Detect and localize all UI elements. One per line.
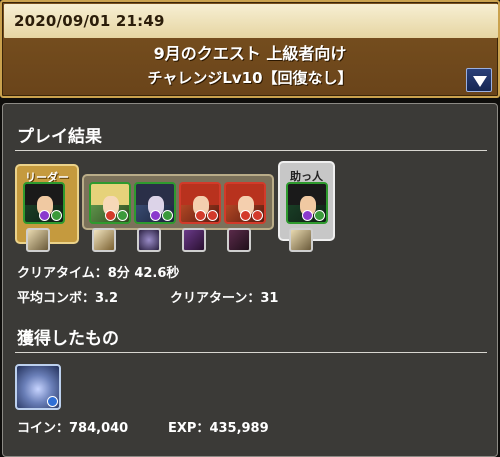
average-combo-label: 平均コンボ： xyxy=(17,291,96,306)
fire-attribute-icon xyxy=(240,210,251,221)
monster-icon-leader[interactable] xyxy=(23,182,65,224)
monster-icon-sub-2[interactable] xyxy=(134,182,176,224)
quest-title: 9月のクエスト 上級者向け xyxy=(153,44,347,63)
exp-label: EXP： xyxy=(168,421,210,436)
coin-reward: コイン：784,040 xyxy=(17,417,128,436)
monster-icon-helper[interactable] xyxy=(286,182,328,224)
fire-attribute-icon xyxy=(207,210,218,221)
clear-time: クリアタイム：8分 42.6秒 xyxy=(17,262,179,281)
result-panel: プレイ結果 リーダー 助っ人 クリアタイム：8分 42.6秒 平均コンボ：3.2… xyxy=(2,103,498,457)
divider xyxy=(15,352,487,353)
fire-attribute-icon xyxy=(252,210,263,221)
exp-value: 435,989 xyxy=(209,421,269,436)
quest-header: 2020/09/01 21:49 9月のクエスト 上級者向け チャレンジLv10… xyxy=(0,0,500,98)
divider xyxy=(15,150,487,151)
fire-attribute-icon xyxy=(105,210,116,221)
assist-icon-leader[interactable] xyxy=(26,228,50,252)
assist-icon-helper[interactable] xyxy=(289,228,313,252)
wood-attribute-icon xyxy=(51,210,62,221)
triangle-down-icon xyxy=(473,76,487,87)
clear-time-label: クリアタイム： xyxy=(17,266,108,281)
coin-label: コイン： xyxy=(17,421,70,436)
assist-icon-sub-4[interactable] xyxy=(227,228,251,252)
dark-attribute-icon xyxy=(39,210,50,221)
dark-attribute-icon xyxy=(302,210,313,221)
assist-icon-sub-2[interactable] xyxy=(137,228,161,252)
clear-turns-label: クリアターン： xyxy=(170,291,261,306)
dropdown-button[interactable] xyxy=(466,68,492,92)
exp-reward: EXP：435,989 xyxy=(168,417,269,436)
average-combo: 平均コンボ：3.2 xyxy=(17,287,118,306)
quest-subtitle: チャレンジLv10【回復なし】 xyxy=(147,69,353,87)
clear-turns-value: 31 xyxy=(260,291,279,306)
dark-attribute-icon xyxy=(150,210,161,221)
average-combo-value: 3.2 xyxy=(95,291,119,306)
monster-icon-sub-4[interactable] xyxy=(224,182,266,224)
assist-icon-sub-1[interactable] xyxy=(92,228,116,252)
fire-attribute-icon xyxy=(195,210,206,221)
assist-icon-sub-3[interactable] xyxy=(182,228,206,252)
play-result-title: プレイ結果 xyxy=(17,127,102,147)
wood-attribute-icon xyxy=(117,210,128,221)
date-bar: 2020/09/01 21:49 xyxy=(4,4,498,38)
monster-icon-sub-1[interactable] xyxy=(89,182,131,224)
clear-turns: クリアターン：31 xyxy=(170,287,278,306)
wood-attribute-icon xyxy=(314,210,325,221)
rewards-title: 獲得したもの xyxy=(17,329,119,349)
coin-value: 784,040 xyxy=(69,421,129,436)
monster-icon-sub-3[interactable] xyxy=(179,182,221,224)
wood-attribute-icon xyxy=(162,210,173,221)
clear-time-value: 8分 42.6秒 xyxy=(107,266,180,281)
timestamp: 2020/09/01 21:49 xyxy=(14,12,165,30)
water-attribute-icon xyxy=(47,396,58,407)
drop-item-icon[interactable] xyxy=(15,364,61,410)
